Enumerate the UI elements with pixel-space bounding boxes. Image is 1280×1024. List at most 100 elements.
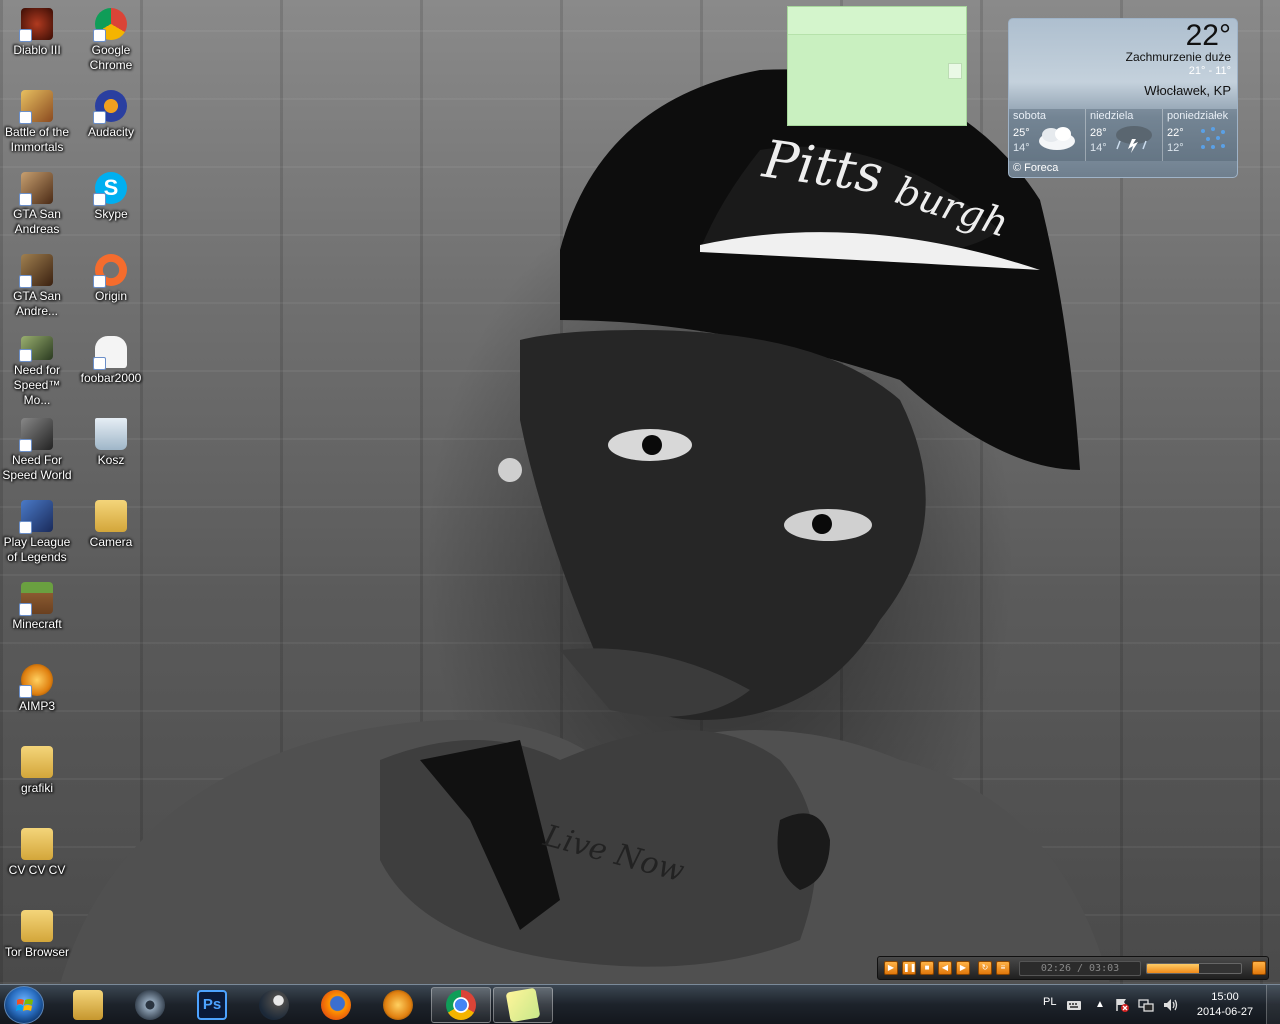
game-icon xyxy=(19,90,53,124)
desktop-icon-label: GTA San Andre... xyxy=(13,289,61,318)
desktop-icon-label: Battle of the Immortals xyxy=(4,125,70,154)
desktop-icon-label: Audacity xyxy=(87,125,135,139)
keyboard-icon[interactable] xyxy=(1066,997,1082,1013)
aimp-mini-player[interactable]: ▶ ❚❚ ■ ◀ ▶ ↻ ≡ 02:26 / 03:03 xyxy=(877,956,1269,980)
volume-level xyxy=(1147,964,1199,973)
action-center-icon[interactable] xyxy=(1114,997,1130,1013)
volume-slider[interactable] xyxy=(1146,963,1242,974)
cloudy-icon xyxy=(1039,127,1075,150)
gta-icon xyxy=(19,254,53,288)
desktop-icon-audacity[interactable]: Audacity xyxy=(74,82,148,162)
desktop-icon-need-for-speed-world[interactable]: Need For Speed World xyxy=(0,410,74,490)
network-icon[interactable] xyxy=(1138,997,1154,1013)
weather-credit: © Foreca xyxy=(1013,162,1059,174)
desktop-icon-label: Need For Speed World xyxy=(2,453,72,482)
desktop-icon-play-league-of-legends[interactable]: Play League of Legends xyxy=(0,492,74,572)
repeat-button[interactable]: ↻ xyxy=(978,961,992,975)
desktop-icon-label: Tor Browser xyxy=(4,945,69,959)
desktop-icon-cv-cv-cv[interactable]: CV CV CV xyxy=(0,820,74,900)
forecast-day: poniedziałek 22° 12° xyxy=(1163,109,1237,161)
desktop-icon-gta-san-andreas[interactable]: GTA San Andreas xyxy=(0,164,74,244)
sticky-note-scrollbar[interactable] xyxy=(948,63,962,79)
weather-gadget[interactable]: 22° Zachmurzenie duże 21° - 11° Włocławe… xyxy=(1008,18,1238,178)
desktop-icon-battle-of-the-immortals[interactable]: Battle of the Immortals xyxy=(0,82,74,162)
language-indicator[interactable]: PL xyxy=(1043,996,1056,1008)
taskbar-firefox[interactable] xyxy=(306,987,366,1023)
desktop-icon-label: Camera xyxy=(89,535,133,549)
taskbar-explorer[interactable] xyxy=(58,987,118,1023)
desktop-icon-grid: Diablo III Battle of the Immortals GTA S… xyxy=(0,0,160,984)
previous-button[interactable]: ◀ xyxy=(938,961,952,975)
taskbar-sticky-notes[interactable] xyxy=(493,987,553,1023)
disc-icon xyxy=(135,990,165,1020)
desktop-icon-tor-browser[interactable]: Tor Browser xyxy=(0,902,74,982)
taskbar-aimp[interactable] xyxy=(368,987,428,1023)
desktop-icon-label: Minecraft xyxy=(12,617,62,631)
taskbar-chrome[interactable] xyxy=(431,987,491,1023)
taskbar: Ps PL ▲ 15:00 2014-06-27 xyxy=(0,984,1280,1024)
desktop-icon-label: Need for Speed™ Mo... xyxy=(13,363,61,407)
desktop-icon-aimp3[interactable]: AIMP3 xyxy=(0,656,74,736)
desktop-icon-gta-san-andreas-2[interactable]: GTA San Andre... xyxy=(0,246,74,326)
desktop-icon-origin[interactable]: Origin xyxy=(74,246,148,326)
desktop-icon-need-for-speed-mo[interactable]: Need for Speed™ Mo... xyxy=(0,328,74,408)
aimp-icon xyxy=(383,990,413,1020)
steam-icon xyxy=(259,990,289,1020)
weather-location: Włocławek, KP xyxy=(1144,83,1231,98)
weather-range: 21° - 11° xyxy=(1188,65,1231,77)
clock-date: 2014-06-27 xyxy=(1196,1006,1254,1018)
recycle-bin-icon xyxy=(95,418,127,450)
show-desktop-button[interactable] xyxy=(1266,985,1280,1024)
desktop-icon-label: Origin xyxy=(94,289,127,303)
chrome-icon xyxy=(93,8,127,42)
forecast-high: 25° xyxy=(1013,127,1030,139)
desktop-icon-minecraft[interactable]: Minecraft xyxy=(0,574,74,654)
desktop-icon-diablo-iii[interactable]: Diablo III xyxy=(0,0,74,80)
start-button[interactable] xyxy=(4,986,44,1024)
desktop-icon-label: Play League of Legends xyxy=(3,535,71,564)
volume-icon[interactable] xyxy=(1162,997,1178,1013)
next-button[interactable]: ▶ xyxy=(956,961,970,975)
stop-button[interactable]: ■ xyxy=(920,961,934,975)
photoshop-icon: Ps xyxy=(197,990,227,1020)
system-tray: PL ▲ 15:00 2014-06-27 xyxy=(1036,985,1280,1024)
desktop-icon-google-chrome[interactable]: Google Chrome xyxy=(74,0,148,80)
sticky-note[interactable] xyxy=(787,6,967,126)
weather-forecast: sobota 25° 14° niedziela 28° 14° poniedz… xyxy=(1009,109,1237,161)
minecraft-icon xyxy=(19,582,53,616)
desktop-icon-skype[interactable]: S Skype xyxy=(74,164,148,244)
forecast-day: niedziela 28° 14° xyxy=(1086,109,1163,161)
sticky-notes-icon xyxy=(505,987,541,1023)
forecast-day: sobota 25° 14° xyxy=(1009,109,1086,161)
taskbar-steam[interactable] xyxy=(244,987,304,1023)
desktop-icon-camera[interactable]: Camera xyxy=(74,492,148,572)
clock-time: 15:00 xyxy=(1211,991,1239,1003)
folder-icon xyxy=(73,990,103,1020)
storm-icon xyxy=(1116,126,1152,153)
sticky-note-titlebar[interactable] xyxy=(788,7,966,35)
audacity-icon xyxy=(93,90,127,124)
desktop-icon-label: Google Chrome xyxy=(89,43,133,72)
play-button[interactable]: ▶ xyxy=(884,961,898,975)
clock[interactable]: 15:00 2014-06-27 xyxy=(1186,990,1264,1020)
desktop-icon-grafiki[interactable]: grafiki xyxy=(0,738,74,818)
nfs-icon xyxy=(19,336,53,362)
show-hidden-icons-icon[interactable]: ▲ xyxy=(1092,997,1108,1013)
folder-icon xyxy=(21,910,53,942)
desktop-icon-label: foobar2000 xyxy=(80,371,142,385)
windows-logo-icon xyxy=(16,999,33,1011)
player-menu-button[interactable] xyxy=(1252,961,1266,975)
desktop-icon-foobar2000[interactable]: foobar2000 xyxy=(74,328,148,408)
taskbar-app[interactable] xyxy=(120,987,180,1023)
player-time: 02:26 / 03:03 xyxy=(1019,961,1141,976)
aimp-icon xyxy=(19,664,53,698)
forecast-low: 12° xyxy=(1167,142,1184,154)
weather-temperature: 22° xyxy=(1185,19,1231,52)
firefox-icon xyxy=(321,990,351,1020)
folder-icon xyxy=(21,828,53,860)
pause-button[interactable]: ❚❚ xyxy=(902,961,916,975)
taskbar-photoshop[interactable]: Ps xyxy=(182,987,242,1023)
equalizer-button[interactable]: ≡ xyxy=(996,961,1010,975)
desktop-icon-kosz[interactable]: Kosz xyxy=(74,410,148,490)
skype-icon: S xyxy=(93,172,127,206)
